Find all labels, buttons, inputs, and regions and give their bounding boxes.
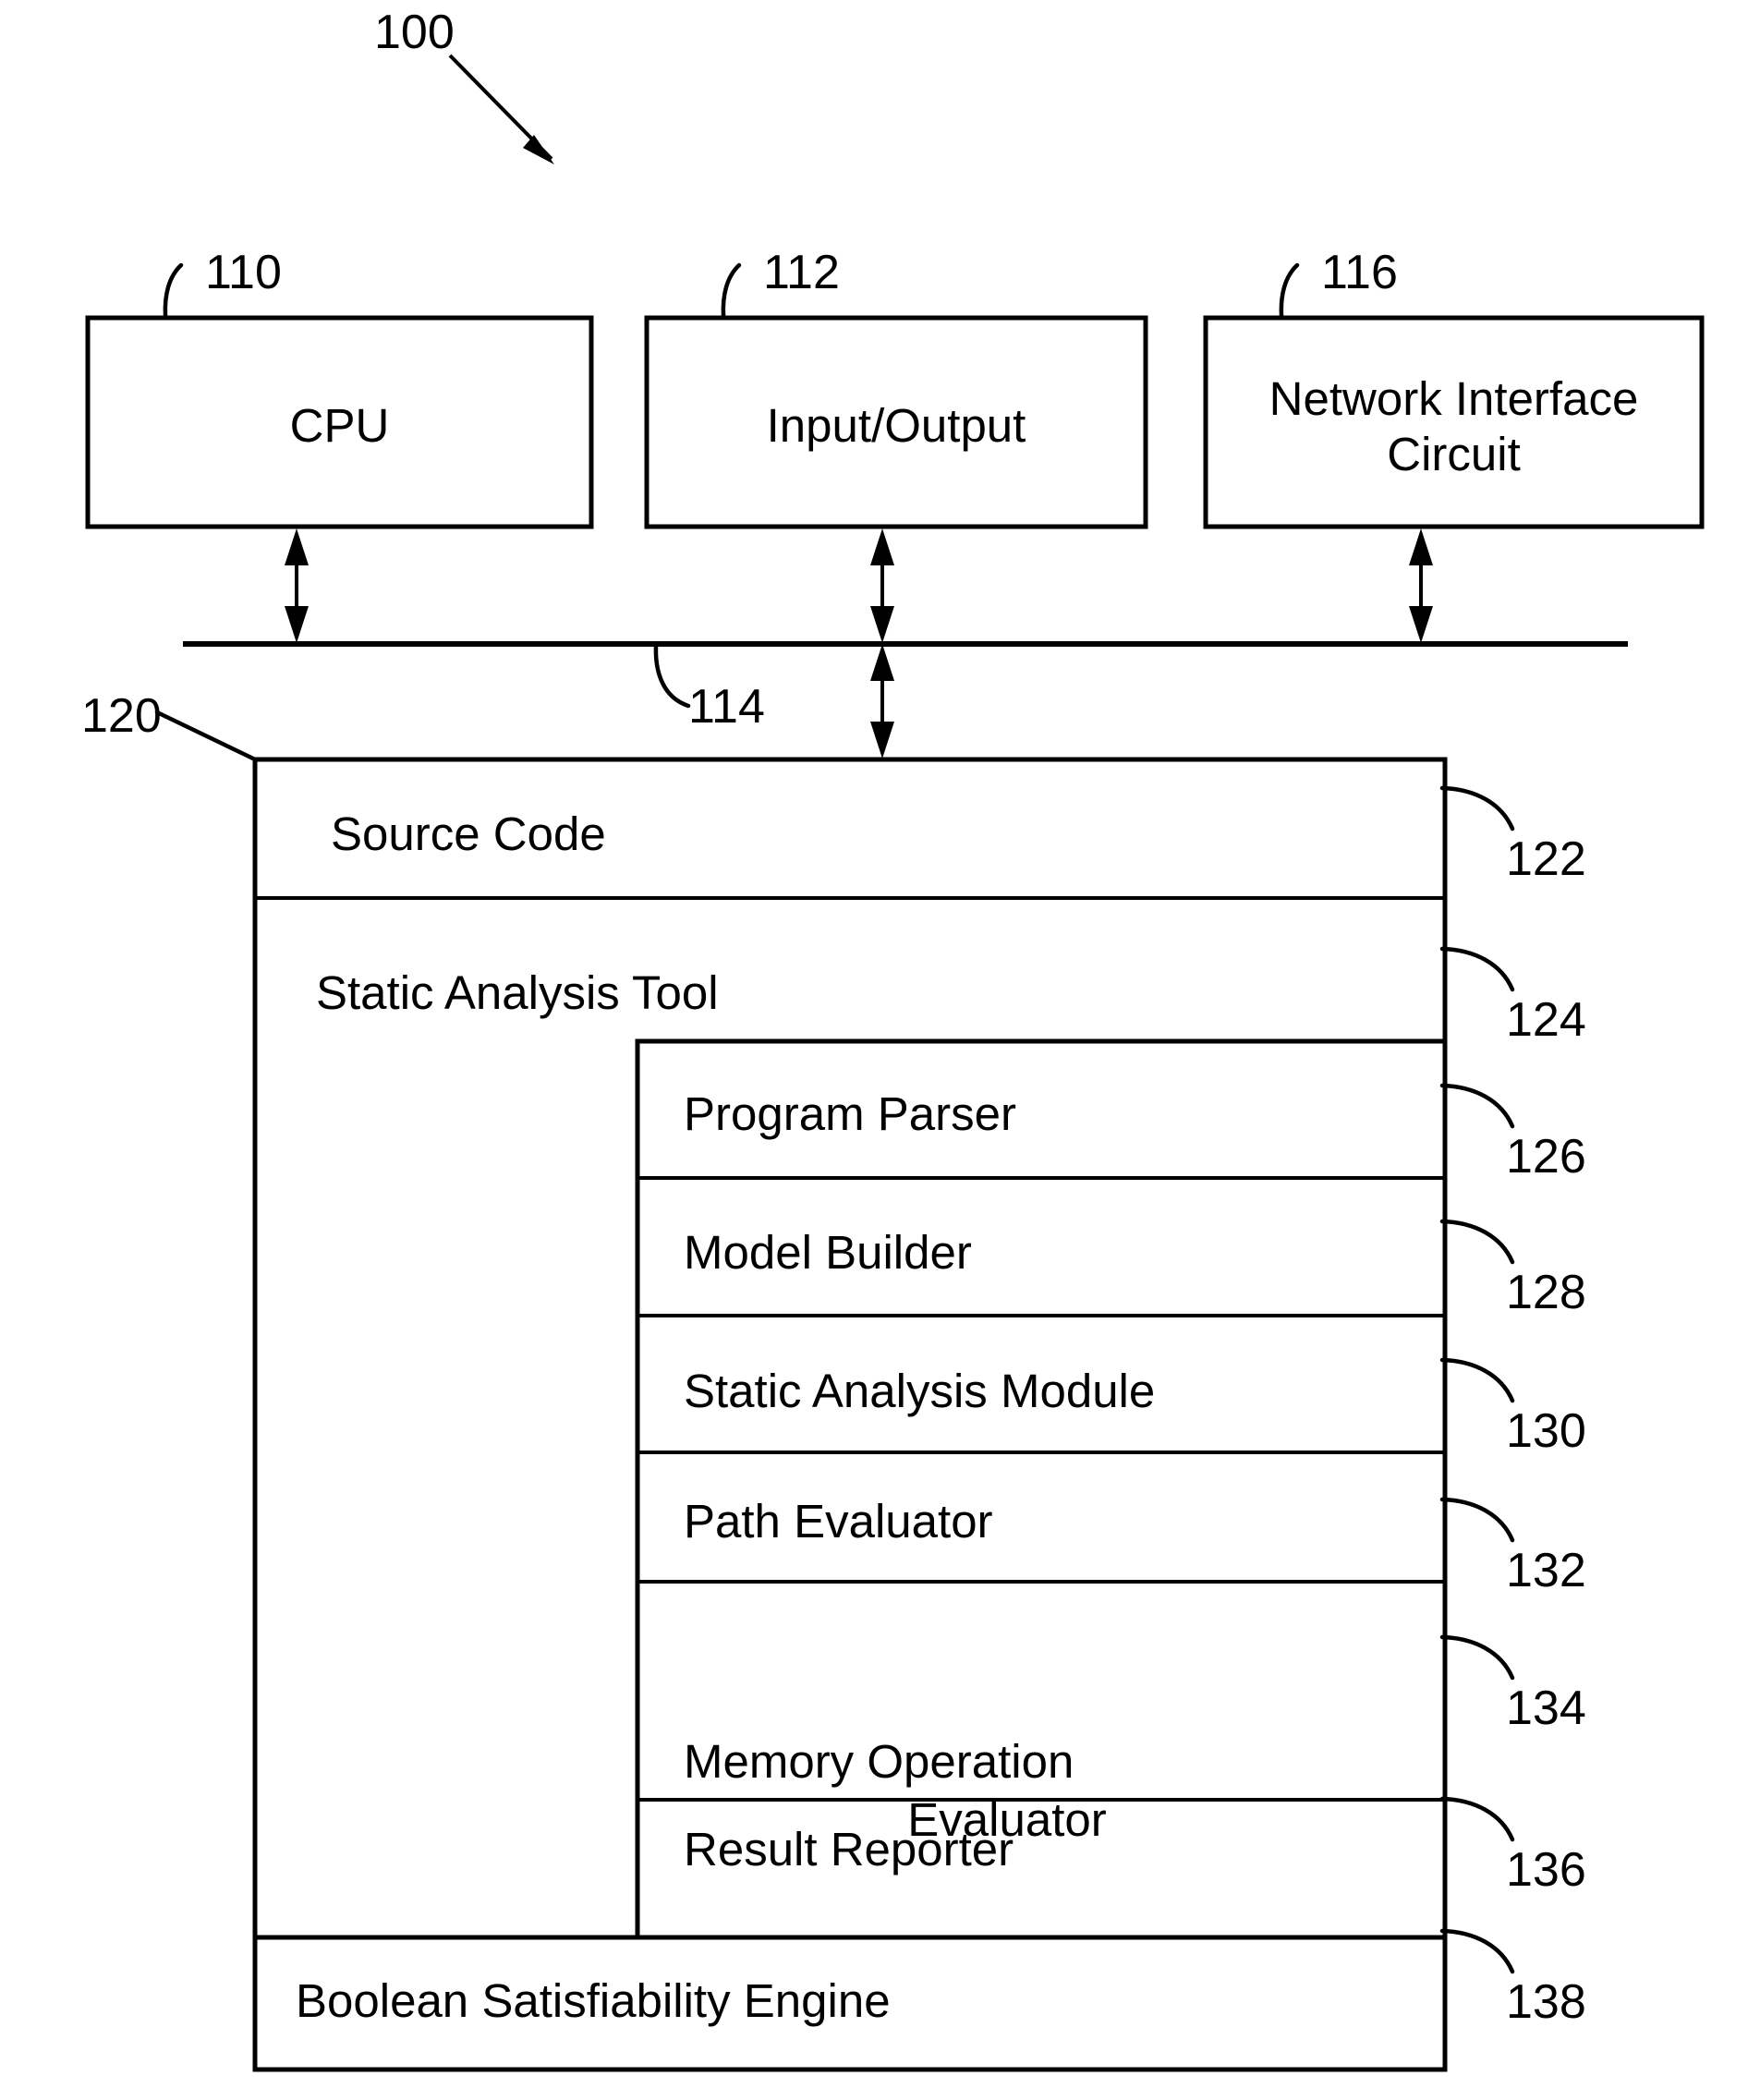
io-bus-arrow <box>870 528 894 643</box>
boolean-satisfiability-engine-label: Boolean Satisfiability Engine <box>296 1974 891 2027</box>
io-ref-leader <box>721 262 742 318</box>
ref-leader-130 <box>1439 1357 1515 1403</box>
model-builder-ref-number: 128 <box>1506 1266 1586 1319</box>
cpu-ref-number: 110 <box>205 246 282 299</box>
system-bus-line <box>183 641 1628 709</box>
source-code-ref-number: 122 <box>1506 832 1586 886</box>
io-ref-number: 112 <box>763 246 840 299</box>
patent-figure: 100 110 112 116 CPU Input/Output Network… <box>0 0 1748 2100</box>
program-parser-ref-number: 126 <box>1506 1130 1586 1184</box>
ref-leader-124 <box>1439 946 1515 992</box>
ref-leader-126 <box>1439 1083 1515 1129</box>
path-evaluator-label: Path Evaluator <box>684 1495 993 1548</box>
cpu-bus-arrow <box>285 528 309 643</box>
memory-operation-evaluator-label: Memory Operation Evaluator <box>684 1619 1330 1963</box>
program-parser-label: Program Parser <box>684 1087 1016 1140</box>
system-100-arrow <box>448 54 554 164</box>
ref-leader-134 <box>1439 1634 1515 1681</box>
cpu-block-label: CPU <box>289 399 390 452</box>
boolean-satisfiability-engine-ref-number: 138 <box>1506 1975 1586 2029</box>
static-analysis-tool-ref-number: 124 <box>1506 993 1586 1047</box>
memory-ref-number: 120 <box>81 689 162 743</box>
result-reporter-label: Result Reporter <box>684 1823 1014 1875</box>
nic-ref-number: 116 <box>1321 246 1398 299</box>
ref-leader-128 <box>1439 1219 1515 1265</box>
nic-block-label: Network Interface Circuit <box>1269 372 1639 481</box>
ref-leader-132 <box>1439 1497 1515 1543</box>
io-block-label: Input/Output <box>766 399 1026 452</box>
nic-bus-arrow <box>1409 528 1433 643</box>
memory-operation-evaluator-ref-number: 134 <box>1506 1681 1586 1735</box>
path-evaluator-ref-number: 132 <box>1506 1544 1586 1597</box>
cpu-ref-leader <box>163 262 184 318</box>
ref-leader-136 <box>1439 1796 1515 1842</box>
static-analysis-module-ref-number: 130 <box>1506 1404 1586 1458</box>
ref-leader-138 <box>1439 1928 1515 1974</box>
ref-leader-122 <box>1439 785 1515 832</box>
nic-ref-leader <box>1279 262 1300 318</box>
bus-memory-arrow <box>870 644 894 759</box>
static-analysis-tool-label: Static Analysis Tool <box>316 966 719 1019</box>
result-reporter-ref-number: 136 <box>1506 1843 1586 1897</box>
static-analysis-module-label: Static Analysis Module <box>684 1365 1156 1417</box>
model-builder-label: Model Builder <box>684 1226 972 1279</box>
source-code-label: Source Code <box>331 807 606 860</box>
bus-ref-number: 114 <box>688 680 765 734</box>
system-ref-number: 100 <box>374 6 455 59</box>
